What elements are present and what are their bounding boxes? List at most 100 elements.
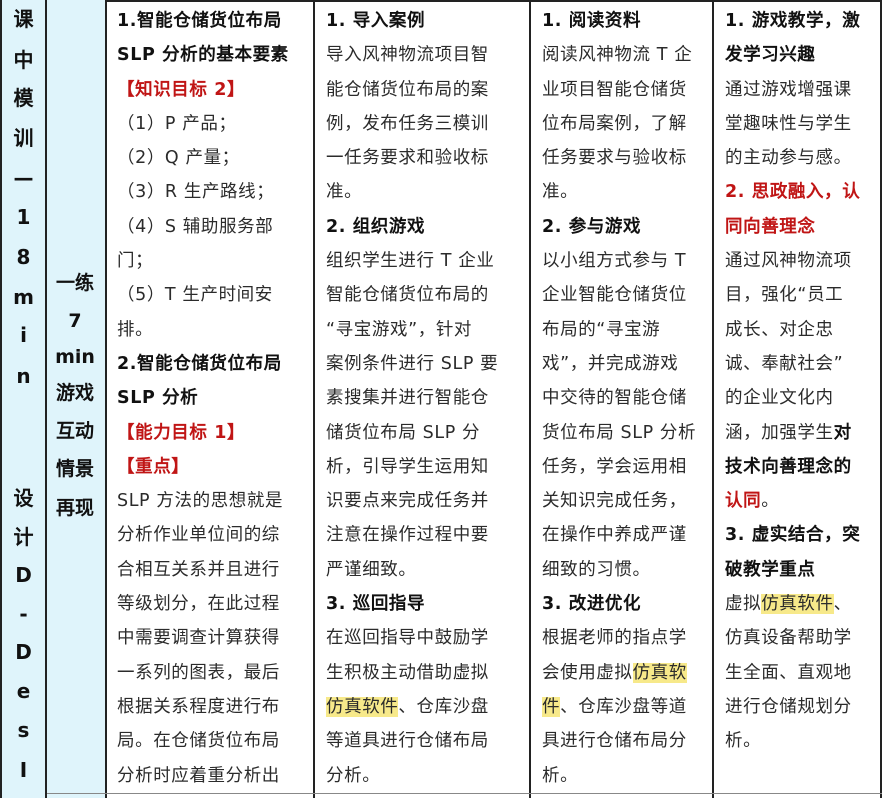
content-line: 导入风神物流项目智 <box>326 38 522 72</box>
text-segment: 具进行仓储布局分 <box>542 731 687 752</box>
content-line: 析，引导学生运用知 <box>326 450 522 484</box>
text-segment: 认同 <box>725 491 762 512</box>
text-segment: 生全面、直观地 <box>725 662 852 683</box>
text-segment: 业项目智能仓储货 <box>542 79 687 100</box>
content-line: 准。 <box>326 175 522 209</box>
content-line: 智能仓储货位布局的 <box>326 278 522 312</box>
text-segment: 2. 组织游戏 <box>326 216 426 237</box>
text-segment: 的企业文化内 <box>725 388 834 409</box>
content-line: 分析。 <box>326 759 522 793</box>
content-line: 1. 导入案例 <box>326 4 522 38</box>
student-activity-column: 1. 阅读资料 阅读风神物流 T 企业项目智能仓储货 位布局案例，了解 任务要求与验收… <box>531 0 714 798</box>
content-line: 一任务要求和验收标 <box>326 141 522 175</box>
content-line: 阅读风神物流 T 企 <box>542 38 706 72</box>
content-line: 认同。 <box>725 484 875 518</box>
content-line: 任务要求与验收标 <box>542 141 706 175</box>
content-line: 排。 <box>117 319 154 340</box>
content-line: 分析时应着重分析出 <box>117 765 280 786</box>
stage-label-char: 1 <box>16 205 31 229</box>
content-line: 局。在仓储货位布局 <box>117 731 280 752</box>
text-segment: 发学习兴趣 <box>725 45 816 66</box>
text-segment: 、仓库沙盘 <box>398 696 489 717</box>
teacher-activity-column: 1. 导入案例导入风神物流项目智 能仓储货位布局的案 例，发布任务三模训一任务要求和… <box>315 0 531 798</box>
content-line: 等级划分，在此过程 <box>117 594 280 615</box>
text-segment: 同向善理念 <box>725 216 816 237</box>
content-line: （3）R 生产路线； <box>117 182 275 203</box>
content-line: 识要点来完成任务并 <box>326 484 522 518</box>
content-line: 合相互关系并且进行 <box>117 559 280 580</box>
content-line: 例，发布任务三模训 <box>326 107 522 141</box>
stage-label-column: 课中模训 —1 8 m i n 设计 D - De s I <box>0 0 47 798</box>
teaching-content-cell: 1.智能仓储货位布局 SLP 分析的基本要素 【知识目标 2】 （1）P 产品； （2）… <box>117 4 313 793</box>
content-line: 储货位布局 SLP 分 <box>326 416 522 450</box>
content-line: 2. 参与游戏 <box>542 210 706 244</box>
content-line: 的企业文化内 <box>725 381 875 415</box>
content-line: 根据老师的指点学 <box>542 621 706 655</box>
content-line: 能仓储货位布局的案 <box>326 73 522 107</box>
text-segment: 关知识完成任务， <box>542 491 687 512</box>
stage-label-char: — <box>13 166 34 190</box>
content-line: 析。 <box>725 724 875 758</box>
activity-label-column: 一练 7 min 游戏 互动 情景 再现 <box>47 0 107 798</box>
text-segment: 识要点来完成任务并 <box>326 491 489 512</box>
text-segment: 例，发布任务三模训 <box>326 113 489 134</box>
student-activity-cell: 1. 阅读资料 阅读风神物流 T 企业项目智能仓储货 位布局案例，了解 任务要求与验收… <box>542 4 706 793</box>
activity-label-line: 7 <box>68 310 82 332</box>
design-intent-cell: 1. 游戏教学，激 发学习兴趣 通过游戏增强课 堂趣味性与学生 的主动参与感。 2. 思政… <box>725 4 875 759</box>
content-line: 中交待的智能仓储 <box>542 381 706 415</box>
content-line: 生全面、直观地 <box>725 656 875 690</box>
text-segment: 析，引导学生运用知 <box>326 456 489 477</box>
text-segment: 货位布局 SLP 分析 <box>542 422 697 443</box>
text-segment: 阅读风神物流 T 企 <box>542 45 693 66</box>
text-segment: 储货位布局 SLP 分 <box>326 422 481 443</box>
content-line: 分析作业单位间的综 <box>117 525 280 546</box>
content-line: 涵，加强学生对 <box>725 416 875 450</box>
text-segment: 、 <box>833 594 852 615</box>
text-segment: 任务要求与验收标 <box>542 148 687 169</box>
content-line: 【知识目标 2】 <box>117 79 246 100</box>
content-line: 业项目智能仓储货 <box>542 73 706 107</box>
content-line: 在操作中养成严谨 <box>542 518 706 552</box>
content-line: 门； <box>117 251 154 272</box>
text-segment: 3. 虚实结合，突 <box>725 525 861 546</box>
lesson-plan-table: 课中模训 —1 8 m i n 设计 D - De s I 一练 7 min 游戏 互动 情景 再现 1.智能仓储… <box>0 0 882 798</box>
text-segment: 细致的习惯。 <box>542 559 651 580</box>
stage-label-char: D <box>15 640 32 664</box>
text-segment: 2. 思政融入，认 <box>725 182 861 203</box>
content-line: 诚、奉献社会” <box>725 347 875 381</box>
text-segment: 破教学重点 <box>725 559 816 580</box>
text-segment: 注意在操作过程中要 <box>326 525 489 546</box>
stage-label-char: 中 <box>13 48 34 72</box>
content-line: 堂趣味性与学生 <box>725 107 875 141</box>
text-segment: 1. 游戏教学，激 <box>725 11 861 31</box>
text-segment: 能仓储货位布局的案 <box>326 79 489 100</box>
content-line: 1. 游戏教学，激 <box>725 4 875 38</box>
text-segment: 在操作中养成严谨 <box>542 525 687 546</box>
content-line: 案例条件进行 SLP 要 <box>326 347 522 381</box>
content-line: 1.智能仓储货位布局 <box>117 11 282 31</box>
activity-label-line: 一练 <box>55 272 94 294</box>
text-segment: 对 <box>833 422 852 443</box>
content-line: SLP 方法的思想就是 <box>117 491 284 512</box>
content-line: 生积极主动借助虚拟 <box>326 656 522 690</box>
content-line: 进行仓储规划分 <box>725 690 875 724</box>
content-line: （2）Q 产量； <box>117 148 240 169</box>
content-line: 任务，学会运用相 <box>542 450 706 484</box>
text-segment: 通过风神物流项 <box>725 251 852 272</box>
highlighted-term: 仿真软 <box>632 662 687 683</box>
content-line: （5）T 生产时间安 <box>117 285 273 306</box>
text-segment: 准。 <box>542 182 579 203</box>
content-line: SLP 分析 <box>117 388 199 409</box>
content-line: 一系列的图表，最后 <box>117 662 280 683</box>
text-segment: 案例条件进行 SLP 要 <box>326 353 499 374</box>
teacher-activity-cell: 1. 导入案例导入风神物流项目智 能仓储货位布局的案 例，发布任务三模训一任务要求和… <box>326 4 522 793</box>
content-line: 件、仓库沙盘等道 <box>542 690 706 724</box>
text-segment: 企业智能仓储货位 <box>542 285 687 306</box>
content-line: 3. 虚实结合，突 <box>725 518 875 552</box>
stage-label-char: s <box>17 718 30 742</box>
content-line: 1. 阅读资料 <box>542 4 706 38</box>
content-line: 破教学重点 <box>725 553 875 587</box>
content-line: 会使用虚拟仿真软 <box>542 656 706 690</box>
content-line: 通过风神物流项 <box>725 244 875 278</box>
text-segment: 导入风神物流项目智 <box>326 45 489 66</box>
